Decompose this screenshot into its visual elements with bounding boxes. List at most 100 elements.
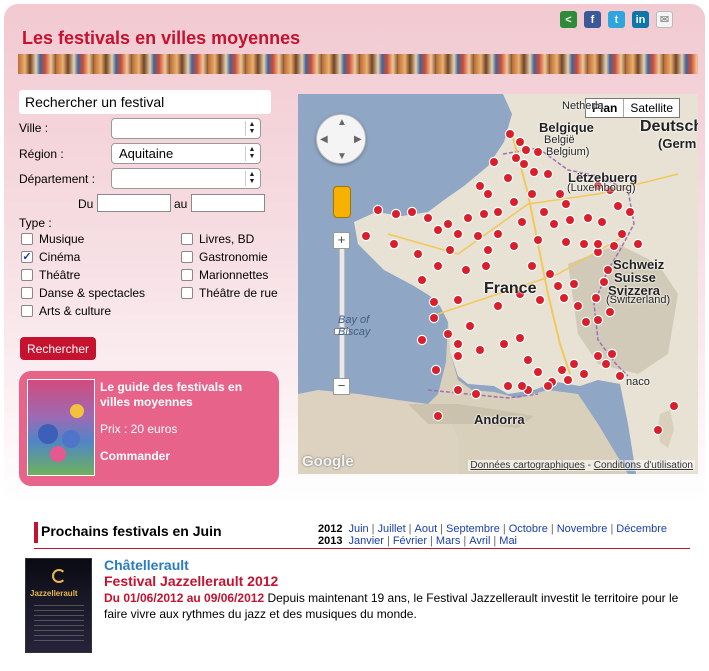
- date-to-input[interactable]: [191, 194, 265, 212]
- festival-marker[interactable]: [522, 354, 534, 366]
- month-link[interactable]: Novembre: [557, 523, 608, 535]
- zoom-out-button[interactable]: −: [333, 378, 350, 395]
- festival-marker[interactable]: [592, 238, 604, 250]
- checkbox-icon[interactable]: [181, 287, 193, 299]
- festival-marker[interactable]: [508, 196, 520, 208]
- festival-marker[interactable]: [452, 338, 464, 350]
- festival-marker[interactable]: [444, 244, 456, 256]
- festival-marker[interactable]: [624, 206, 636, 218]
- festival-marker[interactable]: [470, 388, 482, 400]
- festival-marker[interactable]: [568, 358, 580, 370]
- checkbox-icon[interactable]: [21, 287, 33, 299]
- festival-marker[interactable]: [612, 200, 624, 212]
- festival-marker[interactable]: [592, 350, 604, 362]
- festival-marker[interactable]: [390, 208, 402, 220]
- festival-marker[interactable]: [452, 294, 464, 306]
- festival-marker[interactable]: [388, 238, 400, 250]
- month-link[interactable]: Juillet: [378, 523, 406, 535]
- festival-marker[interactable]: [600, 358, 612, 370]
- festival-marker[interactable]: [464, 320, 476, 332]
- festival-marker[interactable]: [472, 230, 484, 242]
- festival-marker[interactable]: [542, 380, 554, 392]
- festival-marker[interactable]: [564, 214, 576, 226]
- festival-marker[interactable]: [428, 296, 440, 308]
- festival-marker[interactable]: [452, 384, 464, 396]
- festival-marker[interactable]: [552, 280, 564, 292]
- type-checkbox[interactable]: ✓ Cinéma: [21, 250, 80, 264]
- festival-marker[interactable]: [560, 198, 572, 210]
- festival-marker[interactable]: [632, 238, 644, 250]
- linkedin-icon[interactable]: in: [632, 11, 649, 28]
- festival-marker[interactable]: [442, 328, 454, 340]
- festival-marker[interactable]: [478, 208, 490, 220]
- region-select[interactable]: Aquitaine ▲ ▼: [111, 143, 261, 164]
- festival-marker[interactable]: [582, 212, 594, 224]
- festival-marker[interactable]: [482, 188, 494, 200]
- festival-marker[interactable]: [526, 260, 538, 272]
- festival-marker[interactable]: [554, 188, 566, 200]
- month-link[interactable]: Décembre: [616, 523, 667, 535]
- street-view-pegman-icon[interactable]: [333, 186, 351, 218]
- festival-marker[interactable]: [372, 204, 384, 216]
- festival-marker[interactable]: [614, 370, 626, 382]
- festival-marker[interactable]: [428, 312, 440, 324]
- festival-marker[interactable]: [474, 344, 486, 356]
- festival-marker[interactable]: [532, 234, 544, 246]
- festival-marker[interactable]: [532, 366, 544, 378]
- type-checkbox[interactable]: Danse & spectacles: [21, 286, 145, 300]
- festival-marker[interactable]: [652, 424, 664, 436]
- festival-marker[interactable]: [422, 212, 434, 224]
- month-link[interactable]: Juin: [348, 523, 368, 535]
- checkbox-icon[interactable]: [181, 251, 193, 263]
- type-checkbox[interactable]: Arts & culture: [21, 304, 111, 318]
- type-checkbox[interactable]: Musique: [21, 232, 84, 246]
- festival-marker[interactable]: [590, 292, 602, 304]
- festival-marker[interactable]: [568, 278, 580, 290]
- month-link[interactable]: Septembre: [446, 523, 500, 535]
- month-link[interactable]: Février: [393, 535, 427, 547]
- date-from-input[interactable]: [97, 194, 171, 212]
- festival-marker[interactable]: [544, 268, 556, 280]
- ville-select[interactable]: ▲ ▼: [111, 118, 261, 139]
- festival-marker[interactable]: [604, 306, 616, 318]
- festival-marker[interactable]: [412, 248, 424, 260]
- festival-marker[interactable]: [482, 244, 494, 256]
- festival-marker[interactable]: [528, 166, 540, 178]
- checkbox-icon[interactable]: [181, 269, 193, 281]
- type-checkbox[interactable]: Théâtre de rue: [181, 286, 278, 300]
- festival-marker[interactable]: [430, 364, 442, 376]
- festival-marker[interactable]: [606, 348, 618, 360]
- festival-marker[interactable]: [462, 212, 474, 224]
- type-checkbox[interactable]: Marionnettes: [181, 268, 268, 282]
- festival-marker[interactable]: [526, 188, 538, 200]
- festival-marker[interactable]: [538, 206, 550, 218]
- festival-marker[interactable]: [558, 292, 570, 304]
- festival-marker[interactable]: [416, 334, 428, 346]
- festival-marker[interactable]: [480, 260, 492, 272]
- festival-marker[interactable]: [492, 300, 504, 312]
- festival-marker[interactable]: [360, 230, 372, 242]
- checkbox-checked-icon[interactable]: ✓: [21, 251, 33, 263]
- festival-marker[interactable]: [452, 228, 464, 240]
- festival-marker[interactable]: [460, 264, 472, 276]
- festival-poster-image[interactable]: Jazzellerault: [25, 558, 92, 653]
- festival-marker[interactable]: [488, 156, 500, 168]
- festival-marker[interactable]: [416, 274, 428, 286]
- festival-marker[interactable]: [474, 180, 486, 192]
- festival-marker[interactable]: [548, 218, 560, 230]
- month-link[interactable]: Avril: [469, 535, 490, 547]
- checkbox-icon[interactable]: [21, 305, 33, 317]
- festival-marker[interactable]: [504, 128, 516, 140]
- month-link[interactable]: Janvier: [348, 535, 383, 547]
- festival-marker[interactable]: [508, 240, 520, 252]
- type-checkbox[interactable]: Théâtre: [21, 268, 80, 282]
- checkbox-icon[interactable]: [181, 233, 193, 245]
- checkbox-icon[interactable]: [21, 269, 33, 281]
- festival-marker[interactable]: [608, 240, 620, 252]
- facebook-icon[interactable]: f: [584, 11, 601, 28]
- pan-left-icon[interactable]: ◀: [320, 134, 328, 145]
- festival-marker[interactable]: [498, 338, 510, 350]
- festival-marker[interactable]: [602, 264, 614, 276]
- festival-marker[interactable]: [560, 236, 572, 248]
- festival-marker[interactable]: [452, 350, 464, 362]
